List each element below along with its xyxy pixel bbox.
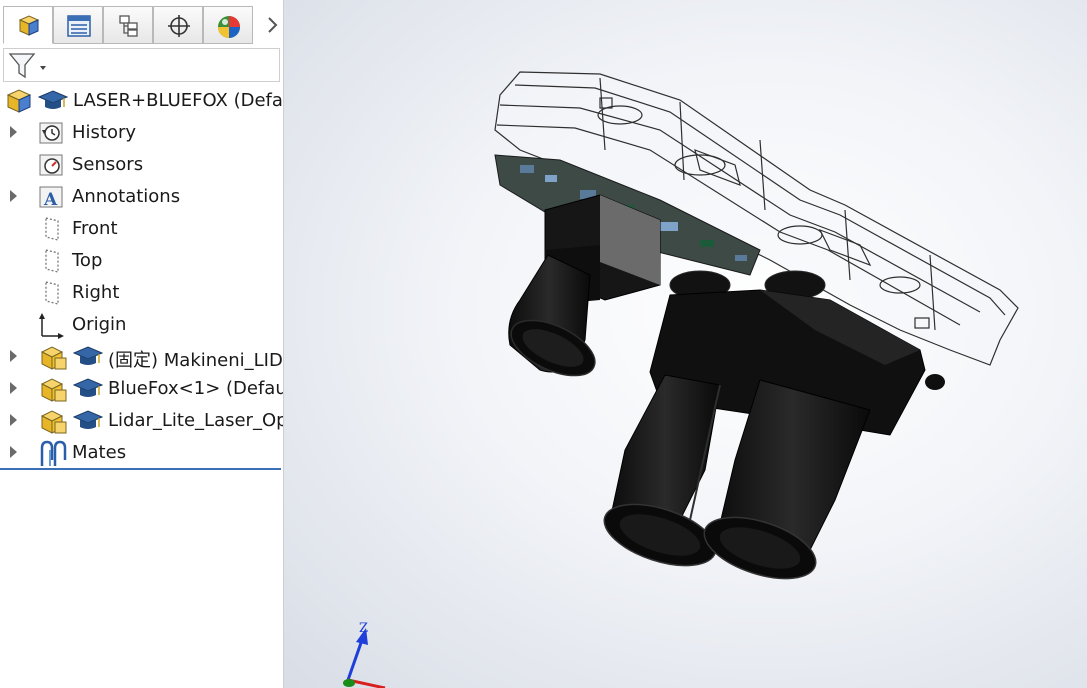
sensors-icon [39,154,63,176]
expand-arrow-icon[interactable] [10,190,17,202]
tree-root-label: LASER+BLUEFOX (Defau [73,90,284,111]
tree-item-label: Lidar_Lite_Laser_Opt [108,410,284,431]
property-icon [67,15,91,37]
tree-item-label: Right [72,282,120,303]
tree-root-assembly[interactable]: LASER+BLUEFOX (Defau [0,85,283,117]
tree-item-label: BlueFox<1> (Default [108,378,284,399]
assembly-icon [18,15,40,36]
tree-item-sensors[interactable]: Sensors [0,149,283,181]
bluefox-camera [508,194,661,377]
expand-arrow-icon[interactable] [10,446,17,458]
tree-item-annotations[interactable]: A Annotations [0,181,283,213]
tree-item-label: Annotations [72,186,181,207]
triad-z-label: Z [359,621,368,636]
plane-icon [45,281,59,305]
annotations-icon: A [39,186,63,210]
tree-item-label: Origin [72,314,127,335]
origin-icon [39,313,64,339]
tab-display-manager[interactable] [203,6,253,44]
assembly-model-view[interactable]: Z [284,0,1087,688]
graduation-cap-icon [73,378,103,397]
appearance-icon [218,16,240,38]
graduation-cap-icon [73,410,103,429]
history-icon [39,122,63,144]
assembly-icon [6,89,32,113]
plane-icon [45,217,59,241]
tab-dimxpert[interactable] [153,6,203,44]
tree-item-label: Sensors [72,154,144,175]
panel-tab-bar [0,6,283,46]
feature-manager-panel: LASER+BLUEFOX (Defau History Sensors A A… [0,0,284,688]
tree-filter-bar [3,48,280,82]
tree-item-component-bluefox[interactable]: BlueFox<1> (Default [0,373,283,405]
tree-item-right-plane[interactable]: Right [0,277,283,309]
expand-arrow-icon[interactable] [10,350,17,362]
part-icon [40,410,67,434]
graduation-cap-icon [73,346,103,365]
tree-item-label: (固定) Makineni_LID/ [108,350,284,371]
part-icon [40,346,67,370]
tree-end-divider [0,468,281,470]
tree-item-label: Mates [72,442,127,463]
tree-item-mates[interactable]: Mates [0,437,283,469]
chevron-right-icon[interactable] [262,6,282,44]
tree-item-component-makineni[interactable]: (固定) Makineni_LID/ [0,341,283,373]
tab-configurationmanager[interactable] [103,6,153,44]
tree-item-origin[interactable]: Origin [0,309,283,341]
tree-item-top-plane[interactable]: Top [0,245,283,277]
mates-icon [40,440,67,466]
expand-arrow-icon[interactable] [10,382,17,394]
tab-propertymanager[interactable] [53,6,103,44]
plane-icon [45,249,59,273]
tree-item-label: Top [72,250,103,271]
filter-icon[interactable] [7,51,47,81]
tab-featuremanager[interactable] [3,6,53,44]
svg-text:A: A [43,190,58,210]
tree-item-front-plane[interactable]: Front [0,213,283,245]
tree-item-label: Front [72,218,118,239]
configuration-icon [119,15,138,37]
reference-triad: Z [343,621,386,688]
crosshair-icon [168,15,190,37]
graduation-cap-icon [38,90,68,109]
tree-item-label: History [72,122,137,143]
graphics-area[interactable]: Z [284,0,1087,688]
expand-arrow-icon[interactable] [10,126,17,138]
part-icon [40,378,67,402]
tree-item-history[interactable]: History [0,117,283,149]
expand-arrow-icon[interactable] [10,414,17,426]
tree-item-component-lidar[interactable]: Lidar_Lite_Laser_Opt [0,405,283,437]
